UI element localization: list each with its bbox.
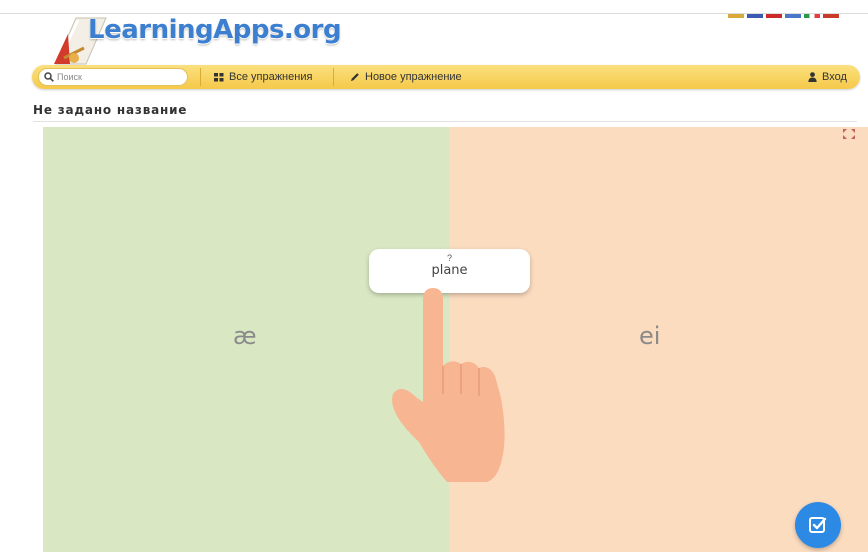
flag-fr[interactable]	[785, 14, 801, 18]
card-hint[interactable]: ?	[369, 253, 530, 263]
pointing-hand-icon	[392, 288, 505, 482]
nav-separator	[333, 68, 334, 86]
site-logo[interactable]: LearningApps.org	[48, 6, 342, 65]
user-icon	[808, 72, 817, 82]
nav-separator	[200, 68, 201, 86]
search-box[interactable]	[38, 68, 188, 86]
page: LearningApps.org Все упражнения	[0, 0, 868, 552]
check-button[interactable]	[795, 502, 841, 548]
language-flags	[728, 14, 839, 18]
flag-es[interactable]	[823, 14, 839, 18]
fullscreen-icon[interactable]	[843, 129, 855, 139]
check-icon	[809, 517, 827, 533]
new-exercise-label: Новое упражнение	[365, 71, 462, 83]
category-label-right: ei	[639, 322, 661, 350]
login-link[interactable]: Вход	[808, 65, 847, 89]
page-title: Не задано название	[33, 103, 188, 117]
search-icon	[44, 72, 54, 82]
all-exercises-link[interactable]: Все упражнения	[214, 65, 312, 89]
search-input[interactable]	[57, 72, 177, 82]
title-divider	[33, 121, 857, 122]
flag-en[interactable]	[747, 14, 763, 18]
flag-de[interactable]	[728, 14, 744, 18]
logo-text: LearningApps.org	[88, 15, 342, 45]
navbar: Все упражнения Новое упражнение Вход	[32, 65, 860, 89]
login-label: Вход	[822, 71, 847, 83]
category-label-left: æ	[233, 322, 257, 350]
all-exercises-label: Все упражнения	[229, 71, 313, 83]
pencil-icon	[351, 73, 359, 81]
exercise-area: æ ei ? plane	[43, 127, 868, 552]
grid-icon	[214, 72, 224, 81]
new-exercise-link[interactable]: Новое упражнение	[350, 65, 462, 89]
flag-ru[interactable]	[766, 14, 782, 18]
flag-it[interactable]	[804, 14, 820, 18]
card-word: plane	[431, 263, 468, 278]
